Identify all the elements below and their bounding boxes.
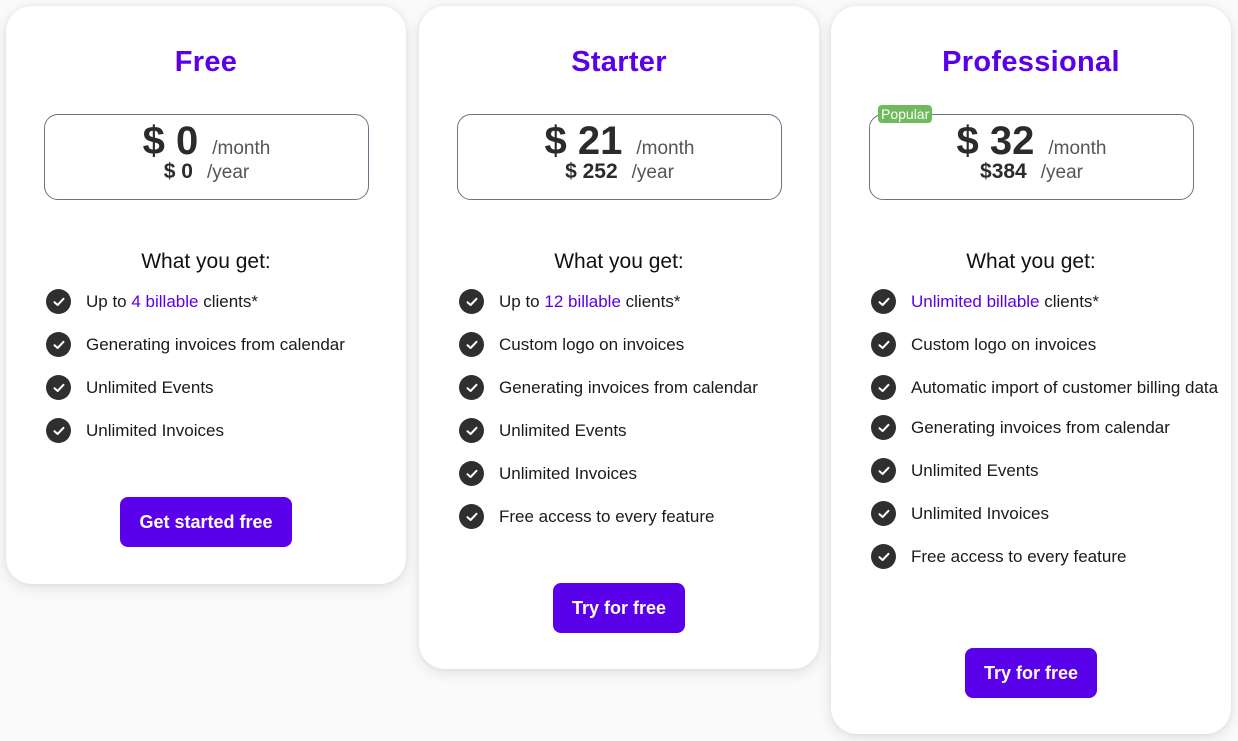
feature-item: Unlimited billable clients* bbox=[871, 288, 1223, 315]
check-circle-icon bbox=[459, 289, 484, 314]
feature-text: Unlimited Invoices bbox=[911, 504, 1049, 523]
plan-title: Free bbox=[174, 46, 238, 78]
feature-text: Generating invoices from calendar bbox=[911, 418, 1170, 437]
plan-card-professional: Professional Popular $ 32 /month $384 /y… bbox=[831, 6, 1231, 734]
feature-text: Unlimited Events bbox=[499, 421, 627, 440]
features-heading: What you get: bbox=[966, 250, 1096, 273]
check-circle-icon bbox=[459, 332, 484, 357]
check-circle-icon bbox=[871, 332, 896, 357]
feature-item: Generating invoices from calendar bbox=[46, 331, 398, 358]
feature-text: Unlimited billable clients* bbox=[911, 292, 1100, 311]
feature-text: Free access to every feature bbox=[911, 547, 1127, 566]
price-box: $ 21 /month $ 252 /year bbox=[457, 114, 782, 200]
check-circle-icon bbox=[459, 375, 484, 400]
check-circle-icon bbox=[871, 289, 896, 314]
feature-item: Unlimited Invoices bbox=[871, 500, 1223, 527]
try-for-free-button[interactable]: Try for free bbox=[553, 583, 685, 633]
check-circle-icon bbox=[871, 544, 896, 569]
check-circle-icon bbox=[871, 501, 896, 526]
check-circle-icon bbox=[871, 415, 896, 440]
feature-text: Up to 4 billable clients* bbox=[86, 292, 258, 311]
feature-highlight: Unlimited billable bbox=[911, 292, 1040, 311]
plan-card-free: Free $ 0 /month $ 0 /year What you get: … bbox=[6, 6, 406, 584]
feature-item: Up to 4 billable clients* bbox=[46, 288, 398, 315]
monthly-period: /month bbox=[636, 138, 695, 159]
feature-text: Generating invoices from calendar bbox=[499, 378, 758, 397]
yearly-period: /year bbox=[631, 162, 674, 183]
check-circle-icon bbox=[459, 461, 484, 486]
check-circle-icon bbox=[46, 332, 71, 357]
feature-item: Unlimited Invoices bbox=[46, 417, 398, 444]
price-box: Popular $ 32 /month $384 /year bbox=[869, 105, 1194, 200]
monthly-price: $ 32 bbox=[956, 119, 1035, 163]
feature-text: Unlimited Events bbox=[86, 378, 214, 397]
plan-card-starter: Starter $ 21 /month $ 252 /year What you… bbox=[419, 6, 819, 669]
feature-item: Free access to every feature bbox=[871, 543, 1223, 570]
feature-item: Generating invoices from calendar bbox=[871, 414, 1223, 441]
feature-text: Free access to every feature bbox=[499, 507, 715, 526]
check-circle-icon bbox=[871, 375, 896, 400]
feature-text: Custom logo on invoices bbox=[911, 335, 1097, 354]
feature-highlight: 12 billable bbox=[544, 292, 621, 311]
price-box: $ 0 /month $ 0 /year bbox=[44, 114, 369, 200]
feature-list: Up to 12 billable clients* Custom logo on… bbox=[459, 288, 811, 546]
yearly-price: $384 bbox=[980, 160, 1027, 183]
check-circle-icon bbox=[459, 418, 484, 443]
feature-item: Unlimited Events bbox=[871, 457, 1223, 484]
feature-text: Automatic import of customer billing dat… bbox=[911, 378, 1219, 397]
features-heading: What you get: bbox=[554, 250, 684, 273]
feature-item: Generating invoices from calendar bbox=[459, 374, 811, 401]
feature-item: Unlimited Events bbox=[459, 417, 811, 444]
feature-list: Up to 4 billable clients* Generating invo… bbox=[46, 288, 398, 460]
check-circle-icon bbox=[46, 418, 71, 443]
feature-item: Custom logo on invoices bbox=[459, 331, 811, 358]
yearly-price: $ 252 bbox=[565, 160, 618, 183]
check-circle-icon bbox=[459, 504, 484, 529]
monthly-price: $ 0 bbox=[142, 119, 199, 163]
feature-item: Unlimited Events bbox=[46, 374, 398, 401]
check-circle-icon bbox=[46, 375, 71, 400]
try-for-free-button[interactable]: Try for free bbox=[965, 648, 1097, 698]
feature-text: Unlimited Invoices bbox=[499, 464, 637, 483]
feature-text: Custom logo on invoices bbox=[499, 335, 685, 354]
monthly-period: /month bbox=[1048, 138, 1107, 159]
get-started-free-button[interactable]: Get started free bbox=[120, 497, 292, 547]
feature-text: Unlimited Invoices bbox=[86, 421, 224, 440]
feature-highlight: 4 billable bbox=[131, 292, 199, 311]
popular-badge: Popular bbox=[878, 105, 933, 123]
feature-item: Unlimited Invoices bbox=[459, 460, 811, 487]
feature-item: Free access to every feature bbox=[459, 503, 811, 530]
feature-item: Automatic import of customer billing dat… bbox=[871, 374, 1223, 401]
feature-list: Unlimited billable clients* Custom logo o… bbox=[871, 288, 1223, 586]
yearly-price: $ 0 bbox=[163, 160, 193, 183]
monthly-period: /month bbox=[212, 138, 271, 159]
feature-text: Generating invoices from calendar bbox=[86, 335, 345, 354]
feature-item: Custom logo on invoices bbox=[871, 331, 1223, 358]
monthly-price: $ 21 bbox=[544, 119, 623, 163]
check-circle-icon bbox=[46, 289, 71, 314]
plan-title: Professional bbox=[942, 46, 1120, 78]
feature-text: Up to 12 billable clients* bbox=[499, 292, 681, 311]
features-heading: What you get: bbox=[141, 250, 271, 273]
yearly-period: /year bbox=[1040, 162, 1083, 183]
feature-item: Up to 12 billable clients* bbox=[459, 288, 811, 315]
yearly-period: /year bbox=[206, 162, 250, 183]
check-circle-icon bbox=[871, 458, 896, 483]
feature-text: Unlimited Events bbox=[911, 461, 1039, 480]
plan-title: Starter bbox=[571, 46, 667, 78]
